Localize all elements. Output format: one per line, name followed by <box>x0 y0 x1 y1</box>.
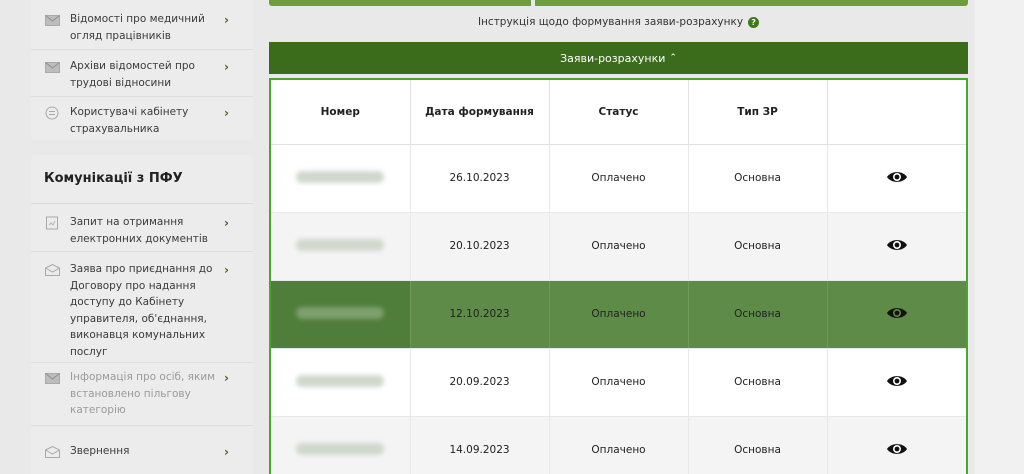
column-header-number[interactable]: Номер <box>271 80 411 145</box>
column-header-type[interactable]: Тип ЗР <box>688 80 828 145</box>
sidebar-item-label: Відомості про медичний огляд працівників <box>70 13 205 42</box>
section-toggle-applications[interactable]: Заяви-розрахунки ⌃ <box>269 42 968 74</box>
divider <box>31 203 253 204</box>
table-row[interactable]: 20.10.2023 Оплачено Основна <box>271 212 966 281</box>
instruction-text: Інструкція щодо формування заяви-розраху… <box>477 16 744 28</box>
column-header-status[interactable]: Статус <box>549 80 689 145</box>
cell-status: Оплачено <box>549 280 689 349</box>
section-title: Заяви-розрахунки <box>560 51 666 65</box>
cell-actions <box>827 212 966 281</box>
divider <box>31 362 253 363</box>
envelope-open-icon <box>44 263 60 277</box>
chevron-up-icon: ⌃ <box>669 53 677 63</box>
envelope-icon <box>44 13 60 27</box>
cell-type: Основна <box>688 348 828 417</box>
top-tabs-strip <box>269 0 968 6</box>
cell-number <box>271 348 411 417</box>
section-heading: Комунікації з ПФУ <box>44 171 183 186</box>
cell-status: Оплачено <box>549 144 689 213</box>
divider <box>31 49 253 50</box>
sidebar-item-appeals[interactable]: Звернення › <box>31 443 253 460</box>
divider <box>31 425 253 426</box>
cell-status: Оплачено <box>549 416 689 474</box>
redacted-number <box>296 374 385 387</box>
envelope-icon <box>44 60 60 74</box>
cell-actions <box>827 144 966 213</box>
cell-number <box>271 212 411 281</box>
chevron-right-icon: › <box>224 263 229 277</box>
table-row[interactable]: 26.10.2023 Оплачено Основна <box>271 144 966 213</box>
cell-actions <box>827 416 966 474</box>
cell-date: 14.09.2023 <box>410 416 550 474</box>
chevron-right-icon: › <box>224 445 229 459</box>
cell-type: Основна <box>688 212 828 281</box>
sidebar-item-cabinet-users[interactable]: Користувачі кабінету страхувальника › <box>31 104 253 137</box>
column-header-actions <box>827 80 966 145</box>
cell-actions <box>827 280 966 349</box>
sidebar-item-label: Архіви відомостей про трудові відносини <box>70 60 195 89</box>
redacted-number <box>296 442 385 455</box>
cell-type: Основна <box>688 416 828 474</box>
sidebar-item-label: Заява про приєднання до Договору про над… <box>70 263 213 358</box>
table-row[interactable]: 14.09.2023 Оплачено Основна <box>271 416 966 474</box>
redacted-number <box>296 306 385 319</box>
envelope-open-icon <box>44 445 60 459</box>
redacted-number <box>296 170 385 183</box>
sidebar-item-label: Користувачі кабінету страхувальника <box>70 106 189 135</box>
cell-type: Основна <box>688 280 828 349</box>
table-row-selected[interactable]: 12.10.2023 Оплачено Основна <box>271 280 966 349</box>
divider <box>31 251 253 252</box>
sidebar-item-label: Запит на отримання електронних документі… <box>70 216 208 245</box>
sidebar-communications-menu: Комунікації з ПФУ Запит на отримання еле… <box>31 155 253 474</box>
cell-status: Оплачено <box>549 348 689 417</box>
sidebar-top-menu: Відомості про медичний огляд працівників… <box>31 0 253 140</box>
column-header-date[interactable]: Дата формування <box>410 80 550 145</box>
cell-actions <box>827 348 966 417</box>
sidebar-item-label: Звернення <box>70 445 130 457</box>
page-margin-right <box>975 0 1024 474</box>
instruction-link[interactable]: Інструкція щодо формування заяви-розраху… <box>269 10 968 34</box>
chevron-right-icon: › <box>224 106 229 120</box>
chevron-right-icon: › <box>224 216 229 230</box>
sidebar-item-documents-request[interactable]: Запит на отримання електронних документі… <box>31 214 253 247</box>
sidebar-item-medical-review[interactable]: Відомості про медичний огляд працівників… <box>31 11 253 44</box>
cell-number <box>271 280 411 349</box>
cell-date: 20.10.2023 <box>410 212 550 281</box>
eye-icon[interactable] <box>886 170 908 184</box>
chevron-right-icon: › <box>224 60 229 74</box>
cell-date: 26.10.2023 <box>410 144 550 213</box>
redacted-number <box>296 238 385 251</box>
applications-table: Номер Дата формування Статус Тип ЗР 26.1… <box>269 78 968 474</box>
sidebar-item-contract-application[interactable]: Заява про приєднання до Договору про над… <box>31 261 253 360</box>
cell-number <box>271 144 411 213</box>
eye-icon[interactable] <box>886 306 908 320</box>
envelope-icon <box>44 371 60 385</box>
sidebar-item-label: Інформація про осіб, яким встановлено пі… <box>70 371 216 416</box>
sidebar: Відомості про медичний огляд працівників… <box>31 0 253 474</box>
eye-icon[interactable] <box>886 238 908 252</box>
table-header-row: Номер Дата формування Статус Тип ЗР <box>271 80 966 145</box>
cell-status: Оплачено <box>549 212 689 281</box>
cell-date: 20.09.2023 <box>410 348 550 417</box>
chevron-right-icon: › <box>224 13 229 27</box>
chevron-right-icon: › <box>224 371 229 385</box>
sidebar-item-archives[interactable]: Архіви відомостей про трудові відносини … <box>31 58 253 91</box>
eye-icon[interactable] <box>886 374 908 388</box>
question-icon[interactable]: ? <box>748 16 760 28</box>
table-row[interactable]: 20.09.2023 Оплачено Основна <box>271 348 966 417</box>
user-list-icon <box>44 106 60 120</box>
cell-type: Основна <box>688 144 828 213</box>
eye-icon[interactable] <box>886 442 908 456</box>
sidebar-item-preferential-category[interactable]: Інформація про осіб, яким встановлено пі… <box>31 369 253 419</box>
cell-number <box>271 416 411 474</box>
document-icon <box>44 216 60 230</box>
divider <box>31 96 253 97</box>
cell-date: 12.10.2023 <box>410 280 550 349</box>
